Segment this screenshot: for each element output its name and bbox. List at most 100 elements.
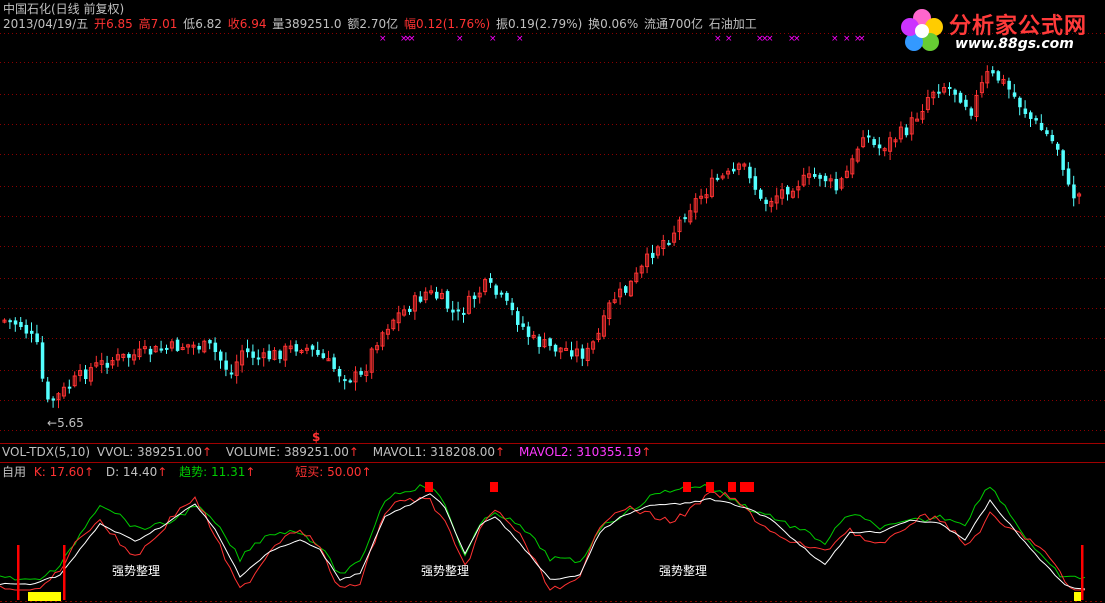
candle-body — [732, 168, 736, 172]
candle-body — [343, 379, 347, 382]
candle-body — [764, 199, 768, 204]
candle-body — [834, 178, 839, 191]
signal-x-marker: × — [516, 34, 524, 44]
candle-body — [472, 295, 477, 300]
candle-body — [278, 350, 282, 360]
stock-title: 中国石化(日线 前复权) — [3, 2, 126, 16]
candle-body — [13, 320, 18, 325]
signal-x-marker: × — [766, 34, 774, 44]
signal-x-marker: × — [793, 34, 801, 44]
candle-body — [337, 369, 342, 377]
candle-body — [256, 357, 261, 360]
volume-value: 389251.0 — [284, 17, 342, 31]
candle-body — [127, 354, 131, 358]
candle-body — [1023, 108, 1028, 114]
candle-body — [229, 372, 234, 375]
signal-bar — [1081, 545, 1084, 600]
short-buy-value: 短买: 50.00 — [295, 465, 362, 479]
candle-body — [456, 309, 461, 312]
candle-body — [1066, 168, 1071, 185]
buy-signal-block — [706, 482, 714, 492]
buy-signal-block — [746, 482, 754, 492]
candle-body — [937, 91, 941, 94]
volume-label: 量 — [272, 17, 285, 31]
signal-bar — [63, 545, 66, 600]
candle-body — [510, 302, 515, 311]
buy-signal-block — [490, 482, 498, 492]
candle-body — [1012, 92, 1017, 97]
candle-body — [219, 351, 223, 361]
candle-body — [348, 380, 353, 383]
low-price-marker: ←5.65 — [47, 416, 84, 430]
candle-body — [948, 86, 952, 89]
volume-value-label: VOLUME: 389251.00 — [225, 445, 349, 459]
vvol-value: VVOL: 389251.00 — [96, 445, 202, 459]
candle-body — [46, 381, 50, 400]
candle-body — [715, 177, 720, 180]
short-buy-arrow-icon: ↑ — [361, 465, 372, 479]
candle-body — [84, 369, 88, 380]
signal-x-marker: × — [489, 34, 497, 44]
volume-indicator-name[interactable]: VOL-TDX(5,10) — [2, 445, 90, 459]
candle-body — [786, 186, 790, 195]
candle-body — [580, 348, 585, 359]
chart-canvas[interactable]: × ××× × × × × × ××× ×× × × ×× — [0, 0, 1105, 603]
candle-body — [667, 242, 671, 245]
close-value: 6.94 — [239, 17, 267, 31]
mavol1-value: MAVOL1: 318208.00 — [372, 445, 496, 459]
candle-body — [445, 291, 450, 309]
k-arrow-icon: ↑ — [83, 465, 94, 479]
candle-body — [294, 344, 299, 352]
turnover-label: 换 — [588, 17, 601, 31]
float-label: 流通 — [644, 17, 669, 31]
candle-body — [24, 324, 29, 334]
low-price-value: 5.65 — [57, 416, 84, 430]
amount-label: 额 — [347, 17, 360, 31]
candle-body — [40, 342, 45, 379]
date-label: 2013/04/19/五 — [3, 17, 89, 31]
candle-body — [505, 292, 509, 301]
watermark-url: www.88gs.com — [955, 36, 1074, 52]
candle-body — [175, 339, 180, 351]
candle-body — [537, 336, 542, 347]
industry-label: 石油加工 — [708, 17, 757, 31]
candle-body — [964, 99, 968, 107]
candle-body — [30, 330, 34, 334]
candle-body — [148, 348, 153, 355]
volume-arrow-icon: ↑ — [348, 445, 359, 459]
signal-x-marker: × — [858, 34, 866, 44]
change-label: 幅 — [403, 17, 416, 31]
change-value: 0.12(1.76%) — [416, 17, 491, 31]
candle-body — [224, 360, 228, 370]
signal-x-marker: × — [831, 34, 839, 44]
candle-body — [867, 135, 871, 138]
candle-body — [996, 71, 1001, 81]
candle-body — [1061, 150, 1065, 170]
float-value: 700亿 — [668, 17, 703, 31]
kd-indicator-name[interactable]: 自用 — [2, 465, 26, 479]
candle-body — [753, 176, 758, 190]
buy-signal-block — [425, 482, 433, 492]
candle-body — [548, 338, 552, 346]
watermark-logo: 分析家公式网 www.88gs.com — [897, 6, 1097, 58]
candle-body — [51, 398, 56, 401]
annotation-consolidation-2: 强势整理 — [421, 564, 470, 578]
candle-body — [359, 371, 363, 375]
low-label: 低 — [183, 17, 196, 31]
candle-body — [208, 340, 212, 344]
amplitude-value: 0.19(2.79%) — [508, 17, 583, 31]
signal-x-marker: × — [408, 34, 416, 44]
mavol2-arrow-icon: ↑ — [641, 445, 652, 459]
candle-body — [759, 189, 763, 199]
candle-body — [489, 278, 493, 283]
turnover-value: 0.06% — [600, 17, 639, 31]
signal-bar — [17, 545, 20, 600]
candle-body — [213, 342, 218, 353]
candle-body — [1072, 184, 1076, 199]
candle-body — [651, 252, 655, 258]
signal-marker: $ — [312, 430, 321, 444]
candle-body — [683, 217, 687, 220]
candle-body — [818, 174, 822, 179]
buy-signal-block — [683, 482, 691, 492]
trend-arrow-icon: ↑ — [245, 465, 256, 479]
